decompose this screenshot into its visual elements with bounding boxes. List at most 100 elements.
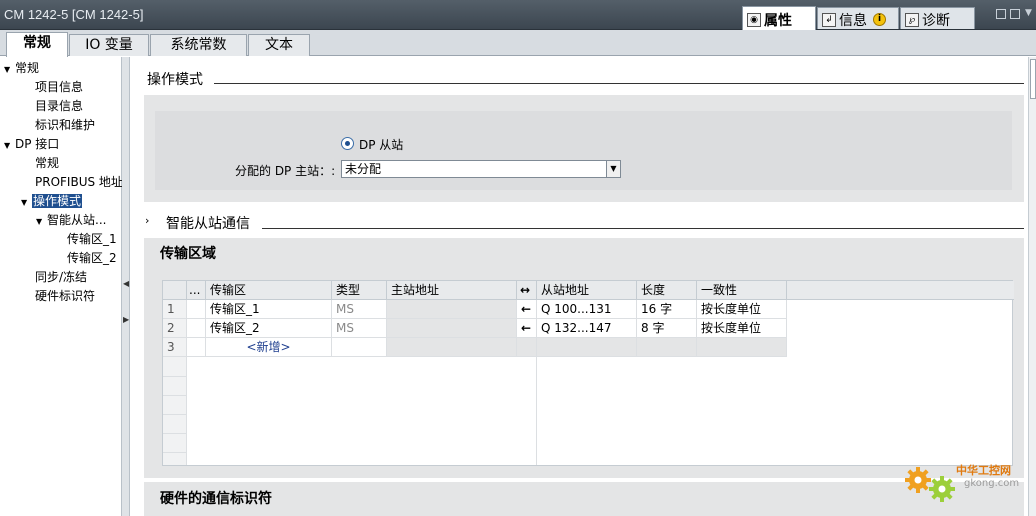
length-cell xyxy=(637,338,697,357)
tree-item-sync-freeze[interactable]: 同步/冻结 xyxy=(35,269,87,286)
expand-triangle-icon[interactable]: ▼ xyxy=(4,137,15,154)
transfer-area-title: 传输区域 xyxy=(160,246,216,262)
row-number: 2 xyxy=(163,319,187,338)
info-badge-icon: i xyxy=(873,13,886,26)
column-header-rownum xyxy=(163,281,187,300)
tree-item-general[interactable]: ▼ 常规 xyxy=(4,60,39,77)
tree-item-catalog-info[interactable]: 目录信息 xyxy=(35,98,83,115)
grid-line xyxy=(163,414,187,415)
grid-line xyxy=(163,395,187,396)
tree-item-profibus-address[interactable]: PROFIBUS 地址 xyxy=(35,174,123,191)
arrow-left-icon[interactable]: ← xyxy=(517,319,537,338)
tree-item-dp-interface[interactable]: ▼ DP 接口 xyxy=(4,136,59,153)
tree-item-smart-slave[interactable]: ▼ 智能从站... xyxy=(36,212,106,229)
length-cell[interactable]: 8 字 xyxy=(637,319,697,338)
column-header-transfer-area[interactable]: 传输区 xyxy=(206,281,332,300)
tree-item-dp-general[interactable]: 常规 xyxy=(35,155,59,172)
tab-diagnostics-label: 诊断 xyxy=(922,12,950,29)
scrollbar-thumb[interactable] xyxy=(1030,59,1036,99)
dp-slave-radio[interactable] xyxy=(341,137,354,150)
add-new-transfer-area[interactable]: <新增> xyxy=(206,338,332,357)
expand-triangle-icon[interactable]: ▼ xyxy=(21,194,32,211)
tab-texts[interactable]: 文本 xyxy=(248,34,310,56)
table-cell xyxy=(187,338,206,357)
length-cell[interactable]: 16 字 xyxy=(637,300,697,319)
pane-splitter[interactable]: ◀ ▶ xyxy=(122,57,130,516)
tree-item-transfer-area-2[interactable]: 传输区_2 xyxy=(67,250,117,267)
column-header-more[interactable]: ... xyxy=(187,281,206,300)
tree-item-project-info[interactable]: 项目信息 xyxy=(35,79,83,96)
hw-identifier-title: 硬件的通信标识符 xyxy=(160,491,272,507)
grid-line xyxy=(163,433,187,434)
column-header-length[interactable]: 长度 xyxy=(637,281,697,300)
master-address-cell[interactable] xyxy=(387,319,517,338)
column-header-direction[interactable]: ↔ xyxy=(517,281,537,300)
tab-info-label: 信息 xyxy=(839,12,867,29)
grid-line xyxy=(536,357,537,465)
section-divider xyxy=(214,83,1024,84)
column-header-consistency[interactable]: 一致性 xyxy=(697,281,787,300)
info-icon: ↲ xyxy=(822,12,836,27)
dp-master-select-value: 未分配 xyxy=(345,162,382,176)
consistency-cell[interactable]: 按长度单位 xyxy=(697,300,787,319)
column-header-master-address[interactable]: 主站地址 xyxy=(387,281,517,300)
tab-row: 常规 IO 变量 系统常数 文本 xyxy=(0,30,1036,57)
restore-window-icon[interactable] xyxy=(1010,9,1020,19)
type-cell xyxy=(332,338,387,357)
watermark-url: gkong.com xyxy=(964,478,1020,489)
master-address-cell xyxy=(387,338,517,357)
dp-master-label: 分配的 DP 主站：: xyxy=(235,164,336,178)
transfer-area-name-cell[interactable]: 传输区_2 xyxy=(206,319,332,338)
chevron-right-icon[interactable]: › xyxy=(145,214,149,227)
expand-right-icon[interactable]: ▶ xyxy=(123,315,129,324)
watermark-text: 中华工控网 xyxy=(956,464,1011,477)
transfer-area-name-cell[interactable]: 传输区_1 xyxy=(206,300,332,319)
arrow-left-icon[interactable]: ← xyxy=(517,300,537,319)
chevron-down-icon[interactable]: ▼ xyxy=(606,161,620,177)
row-number-gutter xyxy=(163,357,187,465)
transfer-area-table: ... 传输区 类型 主站地址 ↔ 从站地址 长度 一致性 1 传输区_1 MS… xyxy=(162,280,1014,466)
tab-general[interactable]: 常规 xyxy=(6,32,68,57)
float-window-icon[interactable] xyxy=(996,9,1006,19)
master-address-cell[interactable] xyxy=(387,300,517,319)
tab-info[interactable]: ↲ 信息 i xyxy=(817,7,899,29)
tab-diagnostics[interactable]: ℘ 诊断 xyxy=(900,7,975,29)
table-cell xyxy=(187,319,206,338)
table-cell xyxy=(187,300,206,319)
section-title-operating-mode: 操作模式 xyxy=(147,72,203,88)
gkong-watermark-logo: 中华工控网 gkong.com xyxy=(900,456,1030,508)
section-title-smart-slave: 智能从站通信 xyxy=(166,216,250,232)
title-bar: CM 1242-5 [CM 1242-5] ◉ 属性 ↲ 信息 i ℘ 诊断 ▼ xyxy=(0,0,1036,30)
consistency-cell[interactable]: 按长度单位 xyxy=(697,319,787,338)
diagnostics-icon: ℘ xyxy=(905,12,919,27)
tree-item-operating-mode[interactable]: ▼ 操作模式 xyxy=(21,193,83,211)
tree-item-hardware-id[interactable]: 硬件标识符 xyxy=(35,288,95,305)
chevron-down-icon[interactable]: ▼ xyxy=(1025,8,1032,18)
type-cell[interactable]: MS xyxy=(332,300,387,319)
tab-system-constants[interactable]: 系统常数 xyxy=(150,34,247,56)
expand-triangle-icon[interactable]: ▼ xyxy=(36,213,47,230)
slave-address-cell xyxy=(537,338,637,357)
dp-master-select[interactable]: 未分配 ▼ xyxy=(341,160,621,178)
row-number: 1 xyxy=(163,300,187,319)
section-divider xyxy=(262,228,1024,229)
hw-identifier-panel xyxy=(144,482,1024,516)
tab-properties[interactable]: ◉ 属性 xyxy=(742,6,816,30)
vertical-scrollbar[interactable] xyxy=(1028,57,1036,516)
column-header-slave-address[interactable]: 从站地址 xyxy=(537,281,637,300)
tree-item-transfer-area-1[interactable]: 传输区_1 xyxy=(67,231,117,248)
tree-item-identification[interactable]: 标识和维护 xyxy=(35,117,95,134)
expand-triangle-icon[interactable]: ▼ xyxy=(4,61,15,78)
collapse-left-icon[interactable]: ◀ xyxy=(123,279,129,288)
window-title: CM 1242-5 [CM 1242-5] xyxy=(4,7,144,22)
slave-address-cell[interactable]: Q 132...147 xyxy=(537,319,637,338)
row-number: 3 xyxy=(163,338,187,357)
tab-properties-label: 属性 xyxy=(764,12,792,29)
tab-io-variables[interactable]: IO 变量 xyxy=(69,34,149,56)
grid-line xyxy=(163,452,187,453)
slave-address-cell[interactable]: Q 100...131 xyxy=(537,300,637,319)
properties-icon: ◉ xyxy=(747,12,761,27)
type-cell[interactable]: MS xyxy=(332,319,387,338)
column-header-filler xyxy=(787,281,1014,300)
column-header-type[interactable]: 类型 xyxy=(332,281,387,300)
